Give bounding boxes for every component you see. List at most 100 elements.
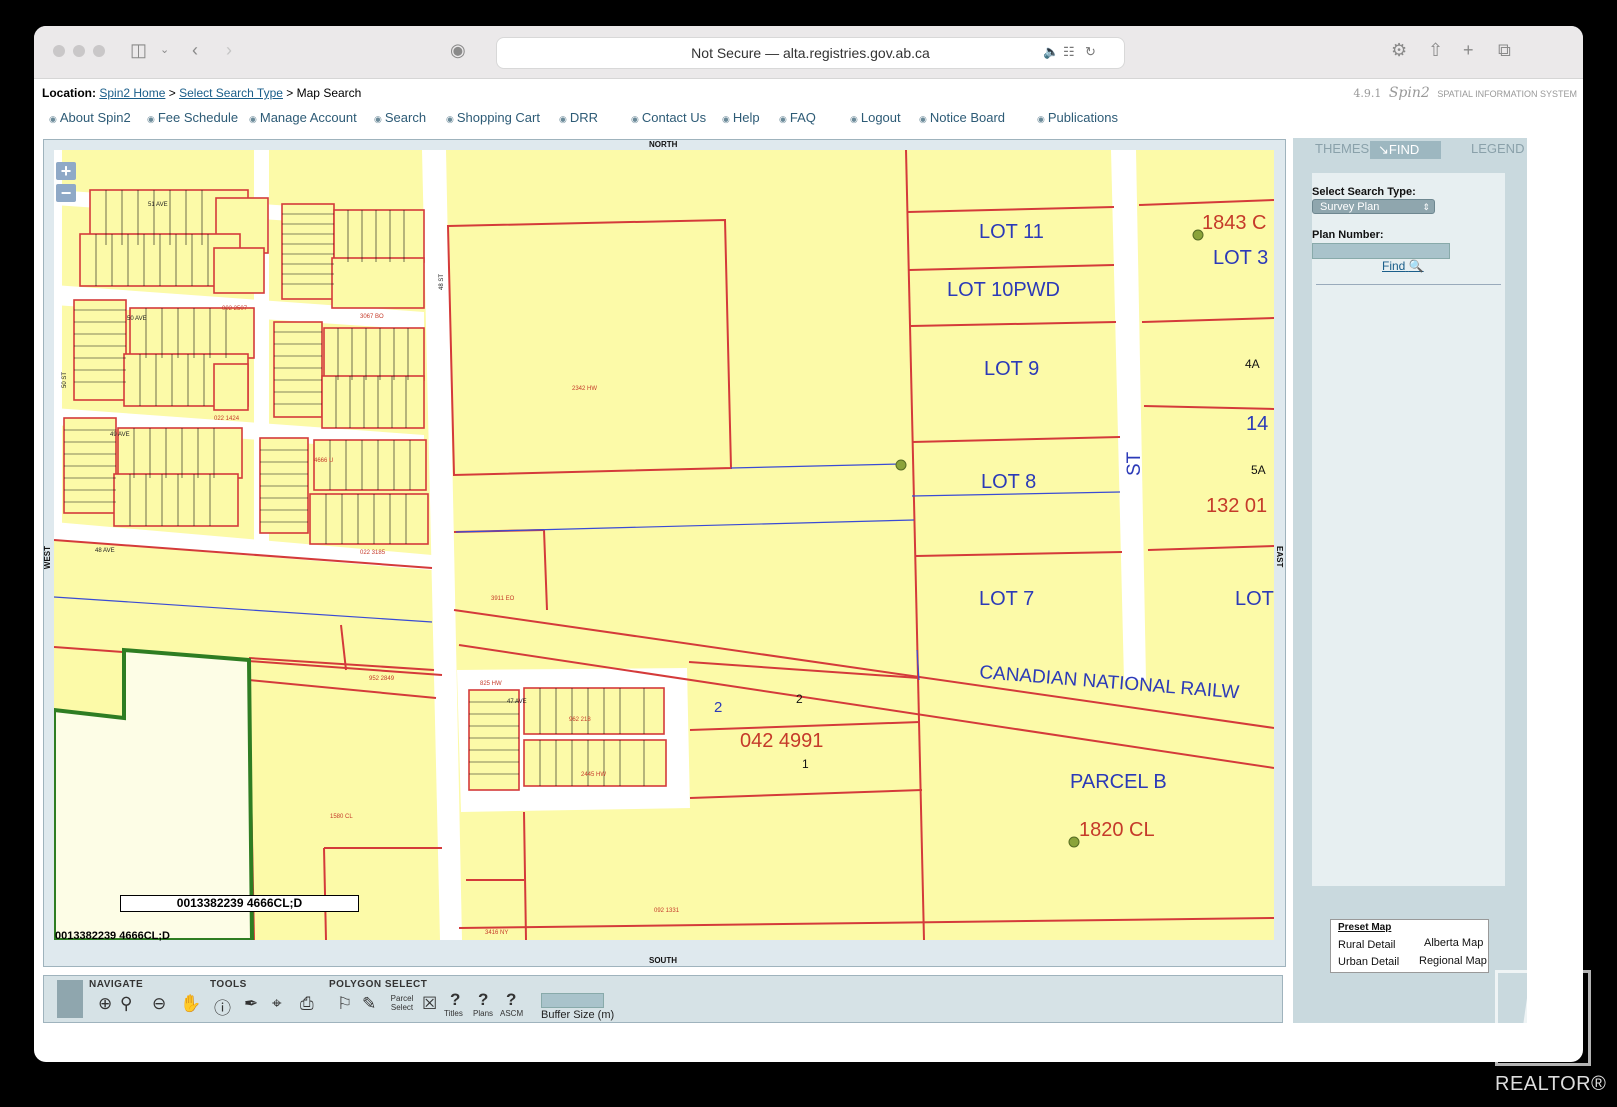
label-2b: 2: [796, 692, 803, 706]
parcel-map[interactable]: LOT 11 LOT 10PWD LOT 9 LOT 8 LOT 7 LOT 3…: [54, 150, 1274, 940]
select-arrows-icon: ⇕: [1422, 202, 1430, 212]
preset-alberta-map[interactable]: Alberta Map: [1424, 937, 1483, 949]
panel-divider: [1316, 284, 1501, 285]
plan-022-1424: 022 1424: [214, 416, 240, 422]
sidebar-toggle-icon[interactable]: ◫: [130, 40, 147, 60]
street-48-ave: 48 AVE: [95, 548, 115, 554]
titles-label[interactable]: Titles: [444, 1009, 463, 1018]
close-window-button[interactable]: [53, 45, 65, 57]
polygon-select-icon[interactable]: ⚐: [337, 994, 352, 1014]
zoom-out-tool-icon[interactable]: ⊖: [152, 994, 166, 1014]
tab-find[interactable]: ↘FIND: [1370, 141, 1442, 159]
street-50-st: 50 ST: [62, 372, 68, 388]
menu-contact-us[interactable]: Contact Us: [631, 110, 706, 125]
plan-952-2849: 952 2849: [369, 676, 395, 682]
menu-publications[interactable]: Publications: [1037, 110, 1118, 125]
reload-icon[interactable]: ↻: [1085, 44, 1096, 60]
locate-tool-icon[interactable]: ⌖: [272, 994, 282, 1014]
lot-11-label: LOT 11: [979, 221, 1044, 243]
menu-fee-schedule[interactable]: Fee Schedule: [147, 110, 238, 125]
menu-search[interactable]: Search: [374, 110, 426, 125]
tab-themes[interactable]: THEMES: [1315, 141, 1369, 156]
realtor-r-mark: [1520, 991, 1566, 1047]
search-type-label: Select Search Type:: [1312, 186, 1416, 198]
translate-icon[interactable]: ☷: [1063, 44, 1075, 60]
plan-1843-label: 1843 C: [1202, 212, 1267, 234]
plan-022-3185: 022 3185: [360, 550, 386, 556]
pencil-icon[interactable]: ✎: [362, 994, 376, 1014]
lot-9-label: LOT 9: [984, 358, 1039, 380]
back-icon[interactable]: ‹: [192, 40, 198, 60]
zoom-window-button[interactable]: [93, 45, 105, 57]
crumb-spin2-home[interactable]: Spin2 Home: [99, 86, 165, 100]
preset-urban-detail[interactable]: Urban Detail: [1338, 956, 1399, 968]
menu-manage-account[interactable]: Manage Account: [249, 110, 357, 125]
ascm-help-icon[interactable]: ?: [506, 990, 516, 1010]
find-button[interactable]: Find 🔍: [1382, 259, 1424, 273]
new-tab-icon[interactable]: +: [1463, 40, 1474, 60]
tools-section-label: TOOLS: [210, 979, 247, 990]
main-menu: About Spin2 Fee Schedule Manage Account …: [34, 110, 1234, 130]
plans-help-icon[interactable]: ?: [478, 990, 488, 1010]
zoom-in-button[interactable]: +: [56, 162, 76, 180]
lot-partial-label: LOT: [1235, 588, 1274, 610]
plan-3067-bo: 3067 BO: [360, 314, 384, 320]
overview-map-thumbnail[interactable]: [57, 980, 83, 1018]
menu-faq[interactable]: FAQ: [779, 110, 816, 125]
menu-drr[interactable]: DRR: [559, 110, 598, 125]
plan-132-label: 132 01: [1206, 495, 1267, 517]
minimize-window-button[interactable]: [73, 45, 85, 57]
chevron-down-icon[interactable]: ⌄: [160, 40, 169, 60]
navigate-section-label: NAVIGATE: [89, 979, 144, 990]
print-tool-icon[interactable]: ⎙: [300, 994, 314, 1014]
buffer-size-label: Buffer Size (m): [541, 1009, 615, 1021]
share-icon[interactable]: ⇧: [1428, 40, 1443, 60]
label-5a: 5A: [1251, 463, 1266, 477]
ascm-label[interactable]: ASCM: [500, 1009, 523, 1018]
parcel-b-label: PARCEL B: [1070, 771, 1167, 793]
find-button-label: Find: [1382, 259, 1406, 273]
compass-north: NORTH: [649, 140, 678, 149]
plan-4666-u: 4666 U: [314, 458, 333, 464]
plan-092-1331: 092 1331: [654, 908, 680, 914]
titles-help-icon[interactable]: ?: [450, 990, 460, 1010]
address-bar[interactable]: Not Secure — alta.registries.gov.ab.ca 🔈…: [496, 37, 1125, 69]
brand-subtitle: SPATIAL INFORMATION SYSTEM: [1437, 89, 1577, 99]
tabs-overview-icon[interactable]: ⧉: [1498, 40, 1511, 60]
map-toolbar: NAVIGATE ⊕ ⚲ ⊖ ✋ TOOLS ⓘ ✒ ⌖ ⎙ POLYGON S…: [43, 975, 1283, 1023]
preset-rural-detail[interactable]: Rural Detail: [1338, 939, 1395, 951]
label-2a: 2: [714, 699, 722, 716]
forward-icon[interactable]: ›: [226, 40, 232, 60]
menu-help[interactable]: Help: [722, 110, 760, 125]
menu-logout[interactable]: Logout: [850, 110, 901, 125]
plan-042-label: 042 4991: [740, 730, 823, 752]
gear-icon[interactable]: ⚙: [1391, 40, 1407, 60]
url-text: Not Secure — alta.registries.gov.ab.ca: [691, 45, 930, 61]
menu-shopping-cart[interactable]: Shopping Cart: [446, 110, 540, 125]
street-47-ave: 47 AVE: [507, 699, 527, 705]
preset-regional-map[interactable]: Regional Map: [1419, 955, 1487, 967]
search-icon: 🔍: [1408, 259, 1424, 273]
pan-hand-icon[interactable]: ✋: [180, 994, 201, 1014]
speaker-icon[interactable]: 🔈: [1043, 44, 1059, 60]
lot-14-label: 14: [1246, 413, 1268, 435]
parcel-select-button[interactable]: Parcel Select: [388, 994, 416, 1012]
menu-about-spin2[interactable]: About Spin2: [49, 110, 131, 125]
measure-tool-icon[interactable]: ✒: [244, 994, 258, 1014]
crumb-select-search-type[interactable]: Select Search Type: [179, 86, 283, 100]
buffer-size-input[interactable]: [541, 993, 604, 1008]
zoom-in-tool-icon[interactable]: ⊕: [98, 994, 112, 1014]
info-tool-icon[interactable]: ⓘ: [214, 994, 231, 1019]
breadcrumb: Location: Spin2 Home > Select Search Typ…: [42, 86, 361, 100]
lot-10-label: LOT 10PWD: [947, 279, 1060, 301]
tab-legend[interactable]: LEGEND: [1471, 141, 1524, 156]
clear-selection-icon[interactable]: ☒: [422, 994, 437, 1014]
grammarly-icon[interactable]: ◉: [450, 40, 466, 60]
zoom-window-tool-icon[interactable]: ⚲: [120, 994, 132, 1014]
parcel-id-box: 0013382239 4666CL;D: [120, 895, 359, 912]
plans-label[interactable]: Plans: [473, 1009, 493, 1018]
search-type-select[interactable]: Survey Plan ⇕: [1312, 199, 1435, 214]
menu-notice-board[interactable]: Notice Board: [919, 110, 1005, 125]
plan-number-input[interactable]: [1312, 243, 1450, 259]
zoom-out-button[interactable]: −: [56, 184, 76, 202]
